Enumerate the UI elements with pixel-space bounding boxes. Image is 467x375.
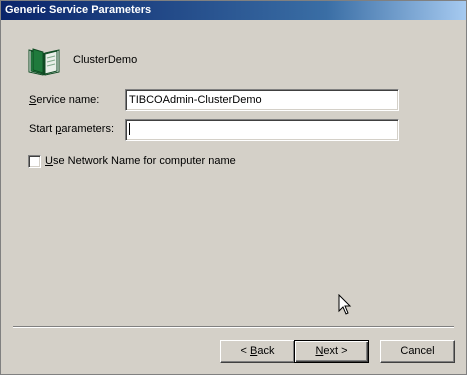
- open-book-icon: [28, 48, 60, 76]
- title-bar[interactable]: Generic Service Parameters: [1, 1, 466, 20]
- text-caret: [129, 123, 130, 135]
- start-parameters-label: Start parameters:: [29, 123, 114, 135]
- use-network-name-label[interactable]: Use Network Name for computer name: [45, 155, 236, 167]
- cancel-button[interactable]: Cancel: [380, 340, 455, 363]
- back-button[interactable]: < Back: [220, 340, 295, 363]
- next-button[interactable]: Next >: [294, 340, 369, 363]
- use-network-name-checkbox[interactable]: [28, 155, 41, 168]
- mouse-pointer-icon: [338, 294, 352, 315]
- button-separator: [13, 326, 454, 328]
- window-title: Generic Service Parameters: [5, 4, 152, 16]
- dialog-window: Generic Service Parameters ClusterDemo S…: [0, 0, 467, 375]
- cluster-name: ClusterDemo: [73, 54, 138, 66]
- service-name-label: Service name:: [29, 94, 100, 106]
- service-name-input[interactable]: [125, 89, 399, 111]
- start-parameters-input[interactable]: [125, 119, 399, 141]
